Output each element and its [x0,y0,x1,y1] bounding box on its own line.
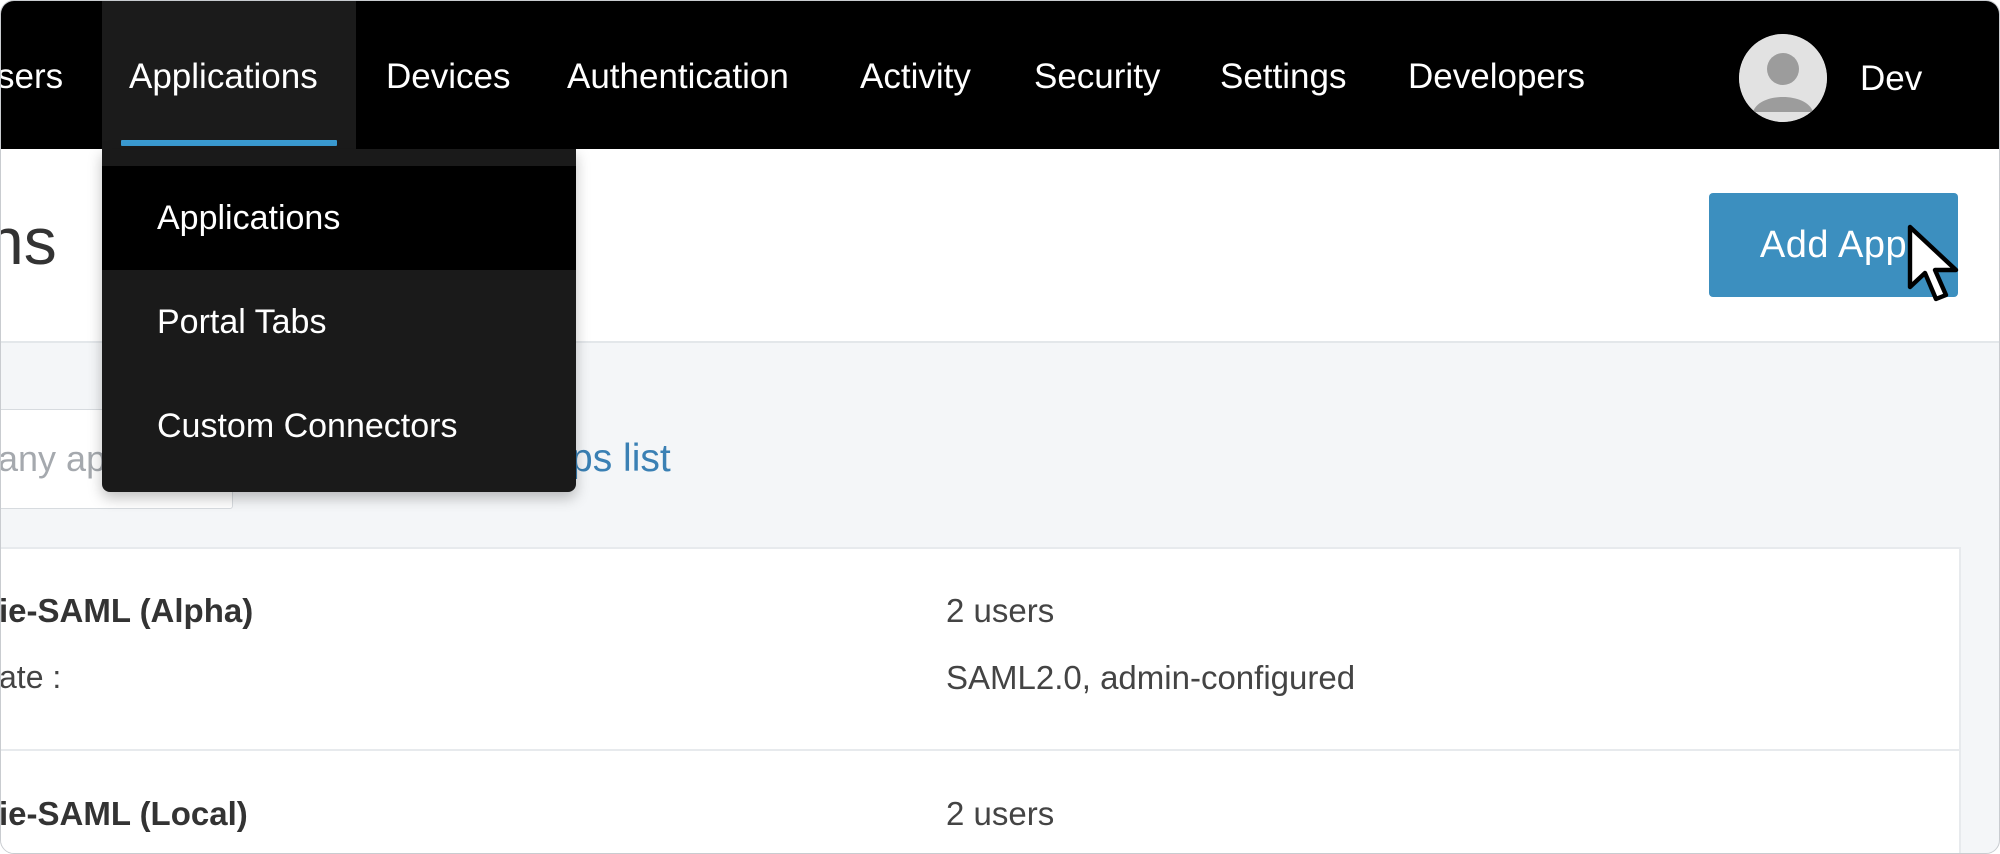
nav-item-applications-label: Applications [129,57,318,96]
table-row[interactable]: ie-SAML (Alpha) ate : 2 users SAML2.0, a… [0,549,1959,751]
user-name[interactable]: Dev [1860,1,1922,149]
nav-item-applications[interactable]: Applications [102,1,356,149]
app-detail: ate : [0,659,62,695]
nav-item-authentication[interactable]: Authentication [567,1,789,149]
app-user-count: 2 users [946,795,1055,832]
nav-item-developers[interactable]: Developers [1408,1,1585,149]
nav-item-security[interactable]: Security [1034,1,1160,149]
apps-list-link[interactable]: ps list [571,437,671,481]
page-title: ns [1,204,57,278]
avatar-silhouette [1739,34,1827,122]
app-type: SAML2.0, admin-configured [946,659,1356,696]
nav-item-settings[interactable]: Settings [1220,1,1346,149]
menu-item-applications[interactable]: Applications [102,166,576,270]
user-avatar-icon[interactable] [1739,34,1827,122]
search-placeholder: any ap [0,438,107,479]
app-name[interactable]: ie-SAML (Alpha) [1,592,253,630]
active-tab-indicator [121,140,337,146]
apps-table: ie-SAML (Alpha) ate : 2 users SAML2.0, a… [0,547,1961,853]
table-row[interactable]: ie-SAML (Local) 2 users [1,751,1959,853]
applications-dropdown-menu: Applications Portal Tabs Custom Connecto… [102,149,576,492]
nav-item-activity[interactable]: Activity [860,1,971,149]
app-window: sers Applications Devices Authentication… [0,0,2000,854]
nav-item-devices[interactable]: Devices [386,1,510,149]
nav-item-users[interactable]: sers [1,1,63,149]
menu-item-custom-connectors[interactable]: Custom Connectors [102,374,576,478]
mouse-pointer-icon [1907,224,1959,302]
top-navigation-bar: sers Applications Devices Authentication… [1,1,1999,149]
app-name[interactable]: ie-SAML (Local) [1,795,248,833]
app-user-count: 2 users [946,592,1055,629]
menu-item-portal-tabs[interactable]: Portal Tabs [102,270,576,374]
